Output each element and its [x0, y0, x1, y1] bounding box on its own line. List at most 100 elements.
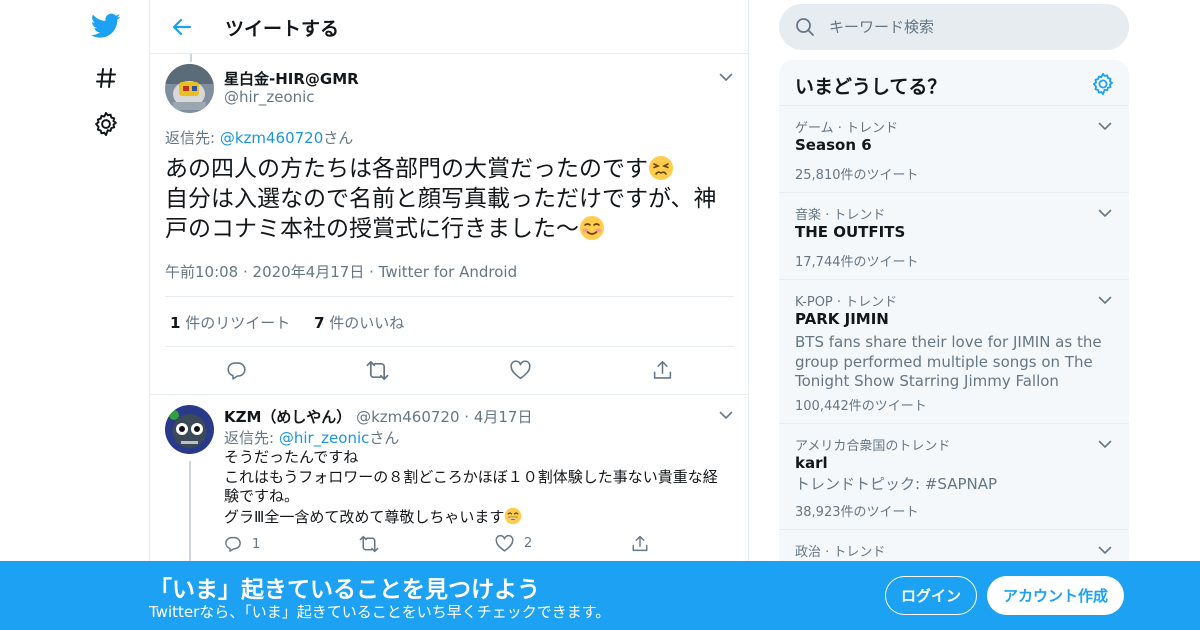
tweet-text-line2: 自分は入選なので名前と顔写真載っただけですが、神戸のコナミ本社の授賞式に行きまし… — [165, 186, 717, 242]
thread-connector — [190, 54, 192, 62]
search-input[interactable] — [829, 4, 1114, 50]
likes-label: 件のいいね — [329, 314, 405, 332]
retweet-icon — [366, 360, 388, 380]
tweet-menu-button[interactable] — [717, 68, 735, 86]
share-icon — [632, 535, 648, 552]
reply-button[interactable]: 1 — [224, 535, 260, 553]
reply-to-line: 返信先: @hir_zeonicさん — [224, 427, 399, 448]
share-icon — [653, 360, 671, 379]
signup-button[interactable]: アカウント作成 — [987, 576, 1124, 615]
avatar[interactable] — [165, 405, 214, 454]
reply-to-link[interactable]: @kzm460720 — [220, 129, 323, 147]
trend-menu-button[interactable] — [1095, 434, 1115, 454]
trend-count: 17,744件のツイート — [795, 255, 919, 270]
reply-header: KZM（めしやん） @kzm460720 · 4月17日 — [224, 408, 533, 426]
chevron-down-icon — [719, 411, 733, 419]
retweets-stat[interactable]: 1 件のリツイート — [170, 314, 290, 332]
reply-icon — [226, 361, 246, 380]
trend-count: 38,923件のツイート — [795, 505, 919, 520]
back-button[interactable] — [166, 11, 198, 43]
gear-icon[interactable] — [82, 104, 130, 144]
chevron-down-icon — [1098, 209, 1112, 217]
reply-button[interactable] — [224, 358, 248, 382]
trend-count: 25,810件のツイート — [795, 168, 919, 183]
reply-text-line2: これはもうフォロワーの８割どころかほぼ１０割体験した事ない貴重な経験ですね。 — [224, 467, 718, 506]
banner-subtitle: Twitterなら、「いま」起きていることをいち早くチェックできます。 — [149, 603, 611, 621]
chevron-down-icon — [1098, 546, 1112, 554]
author-name[interactable]: KZM（めしやん） — [224, 408, 351, 426]
share-button[interactable] — [631, 535, 659, 553]
twitter-bird-icon[interactable] — [82, 6, 130, 46]
reply-actions: 1 2 — [224, 535, 654, 555]
divider — [150, 394, 749, 395]
hashtag-icon[interactable] — [82, 58, 130, 98]
reply-menu-button[interactable] — [717, 406, 735, 424]
trends-title: いまどうしてる？ — [795, 76, 947, 98]
trend-name: Season 6 — [795, 136, 872, 154]
main-column: ツイートする 星白金-HIR@GMR @hir_zeonic 返信先: @kzm… — [149, 0, 749, 630]
trend-item[interactable]: K-POP · トレンド PARK JIMIN BTS fans share t… — [779, 280, 1129, 424]
like-count: 2 — [524, 536, 533, 551]
retweet-button[interactable] — [359, 535, 389, 553]
reply-to-suffix: さん — [323, 129, 354, 147]
chevron-down-icon — [1098, 296, 1112, 304]
retweet-icon — [359, 535, 379, 553]
signup-banner: 「いま」起きていることを見つけよう Twitterなら、「いま」起きていることを… — [0, 561, 1200, 630]
like-button[interactable]: 2 — [495, 535, 532, 552]
tweet-stats: 1 件のリツイート 7 件のいいね — [170, 312, 404, 333]
chevron-down-icon — [1098, 122, 1112, 130]
tweet-date[interactable]: 2020年4月17日 — [253, 263, 365, 281]
tweet-actions — [165, 358, 735, 382]
trend-description: BTS fans share their love for JIMIN as t… — [795, 333, 1102, 390]
reply-to-link[interactable]: @hir_zeonic — [279, 429, 370, 447]
persevering-face-emoji — [649, 156, 673, 180]
trends-header: いまどうしてる？ — [779, 60, 1129, 106]
chevron-down-icon — [1098, 440, 1112, 448]
trend-category: ゲーム · トレンド — [795, 121, 899, 136]
banner-title: 「いま」起きていることを見つけよう — [149, 577, 540, 603]
reply-date[interactable]: 4月17日 — [474, 408, 533, 426]
trend-name: karl — [795, 454, 828, 472]
grinning-face-emoji — [505, 507, 522, 524]
back-arrow-icon — [172, 18, 192, 36]
like-icon — [495, 535, 514, 552]
reply-to-prefix: 返信先: — [224, 429, 279, 447]
retweets-count: 1 — [170, 314, 181, 332]
trend-item[interactable]: アメリカ合衆国のトレンド karl トレンドトピック: #SAPNAP 38,9… — [779, 424, 1129, 530]
share-button[interactable] — [650, 358, 674, 382]
tweet-meta: 午前10:08 · 2020年4月17日 · Twitter for Andro… — [165, 263, 518, 281]
likes-stat[interactable]: 7 件のいいね — [314, 314, 404, 332]
trend-category: 音楽 · トレンド — [795, 208, 886, 223]
trend-category: 政治 · トレンド — [795, 545, 886, 560]
trend-menu-button[interactable] — [1095, 116, 1115, 136]
trend-menu-button[interactable] — [1095, 540, 1115, 560]
like-icon — [509, 360, 531, 380]
login-button[interactable]: ログイン — [885, 576, 977, 615]
divider — [165, 346, 734, 347]
author-handle[interactable]: @kzm460720 — [356, 408, 459, 426]
search-box — [779, 4, 1129, 50]
retweets-label: 件のリツイート — [185, 314, 291, 332]
reply-to-prefix: 返信先: — [165, 129, 220, 147]
trend-menu-button[interactable] — [1095, 290, 1115, 310]
left-nav — [82, 0, 130, 630]
trend-menu-button[interactable] — [1095, 203, 1115, 223]
trends-panel: いまどうしてる？ ゲーム · トレンド Season 6 25,810件のツイー… — [779, 60, 1129, 620]
tweet-source[interactable]: Twitter for Android — [379, 263, 517, 281]
tweet-text-line1: あの四人の方たちは各部門の大賞だったのです — [165, 156, 648, 182]
avatar[interactable] — [165, 64, 214, 113]
tweet-text: あの四人の方たちは各部門の大賞だったのです 自分は入選なので名前と顔写真載っただ… — [165, 154, 735, 244]
reply-text-line3: グラⅢ全一含めて改めて尊敬しちゃいます — [224, 507, 505, 526]
tweet-time[interactable]: 午前10:08 — [165, 263, 238, 281]
smiling-face-emoji — [580, 216, 604, 240]
trend-item[interactable]: 音楽 · トレンド THE OUTFITS 17,744件のツイート — [779, 193, 1129, 280]
trend-item[interactable]: ゲーム · トレンド Season 6 25,810件のツイート — [779, 106, 1129, 193]
author-handle[interactable]: @hir_zeonic — [224, 88, 315, 106]
author-name[interactable]: 星白金-HIR@GMR — [224, 68, 359, 89]
like-button[interactable] — [508, 358, 532, 382]
trend-category: K-POP · トレンド — [795, 295, 898, 310]
gear-icon[interactable] — [1091, 72, 1115, 96]
retweet-button[interactable] — [365, 358, 389, 382]
search-icon — [796, 18, 814, 36]
trend-name: PARK JIMIN — [795, 310, 889, 328]
